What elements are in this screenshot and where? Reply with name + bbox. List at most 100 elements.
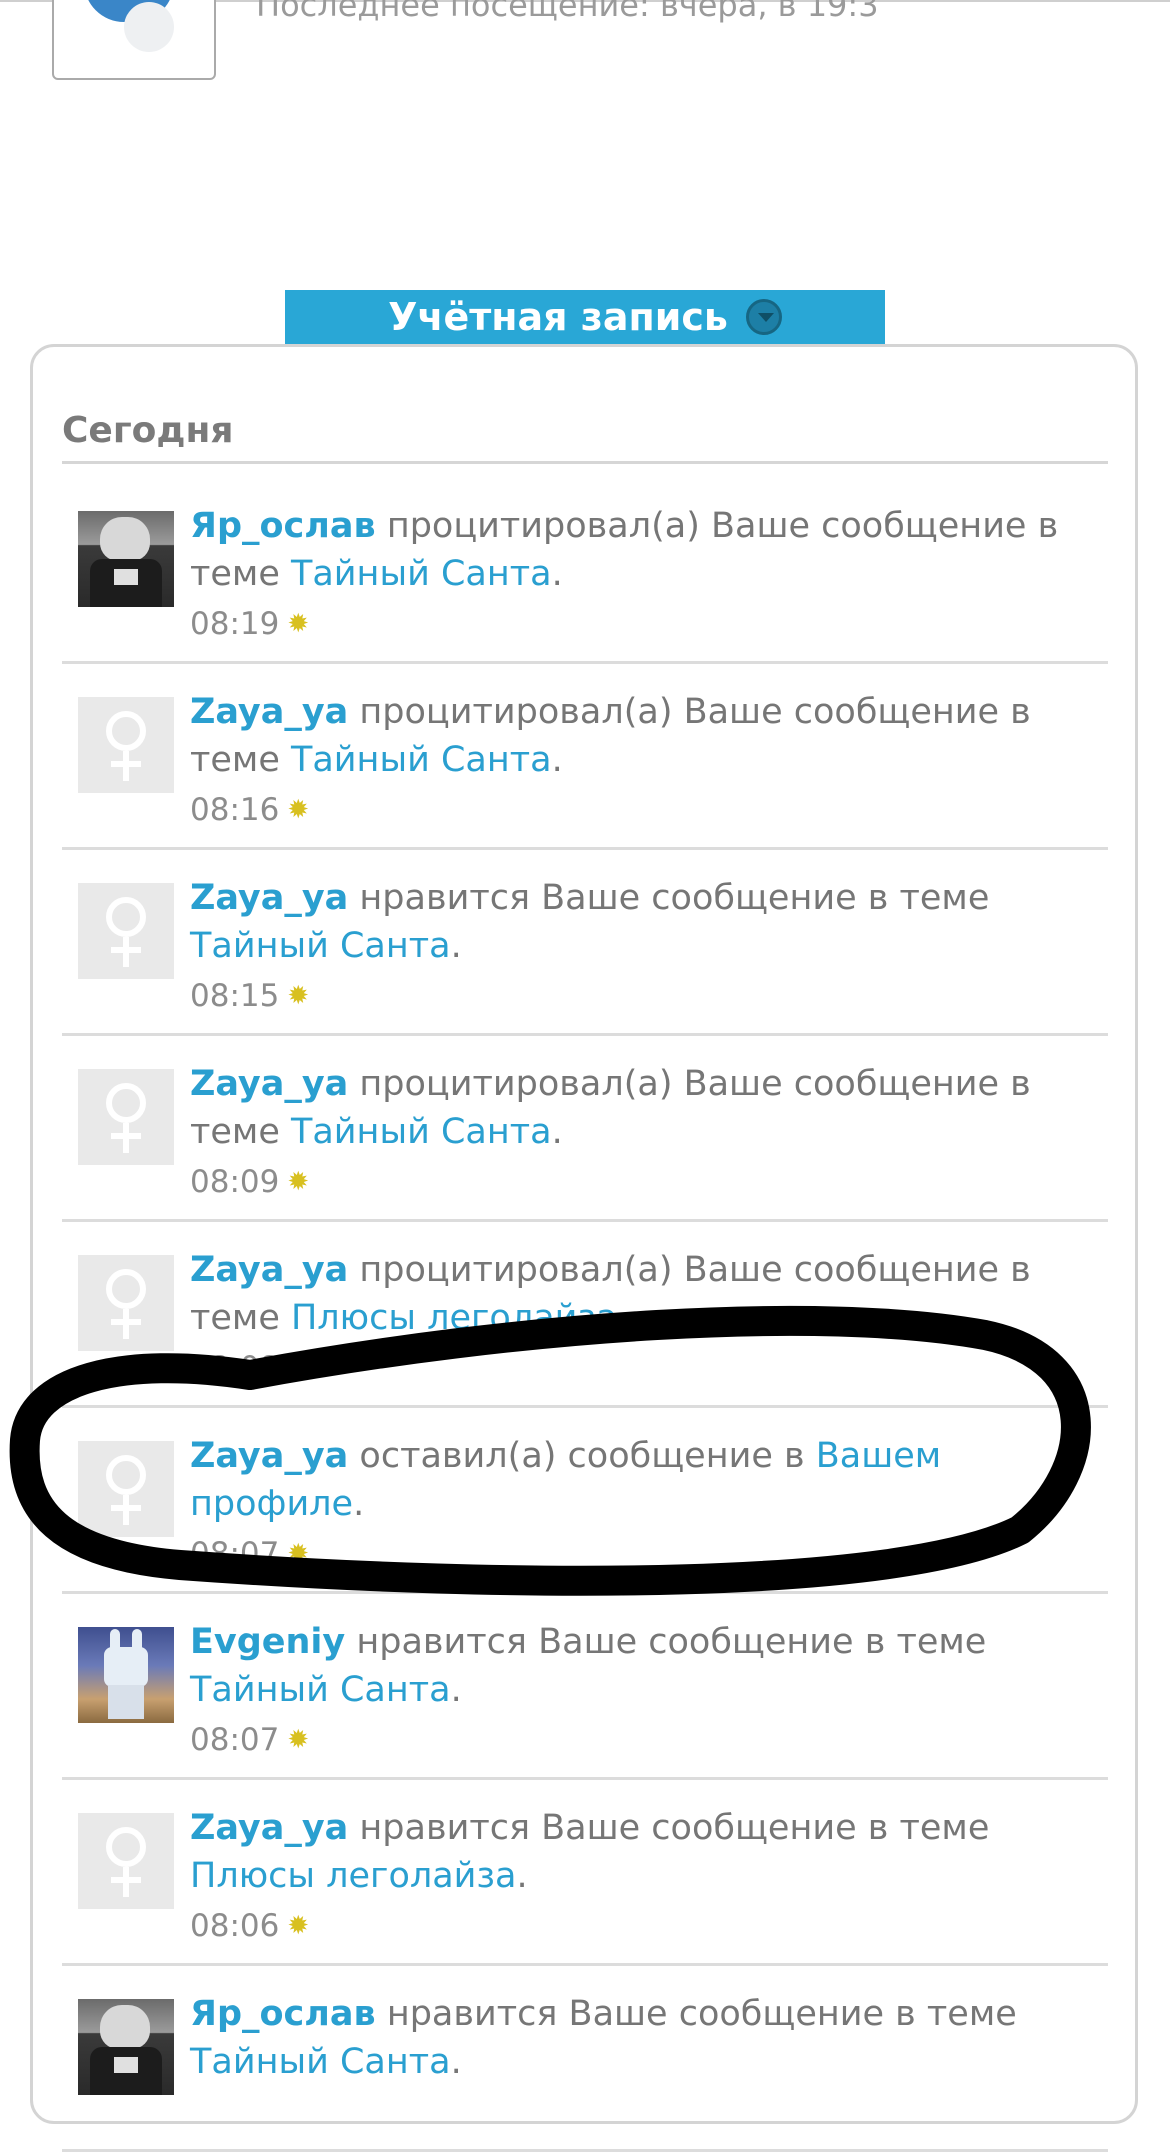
alert-text-tail: . xyxy=(516,1856,528,1896)
female-symbol-icon xyxy=(111,1505,141,1511)
alert-username-link[interactable]: Яр_ослав xyxy=(190,506,376,546)
alert-text-tail: . xyxy=(353,1484,365,1524)
new-alert-star-icon: ✹ xyxy=(287,609,310,639)
alert-timestamp: 08:07 ✹ xyxy=(190,1722,309,1758)
alert-timestamp: 08:09 ✹ xyxy=(190,1164,309,1200)
alert-item[interactable]: Яр_ослав процитировал(а) Ваше сообщение … xyxy=(62,478,1108,664)
alert-timestamp: 08:19 ✹ xyxy=(190,606,309,642)
alert-text: Zaya_ya процитировал(а) Ваше сообщение в… xyxy=(190,1246,1070,1342)
alert-time-text: 08:19 xyxy=(190,606,280,642)
alert-text-tail: . xyxy=(450,926,462,966)
alert-username-link[interactable]: Evgeniy xyxy=(190,1622,345,1662)
alert-username-link[interactable]: Zaya_ya xyxy=(190,1250,348,1290)
female-symbol-icon xyxy=(111,947,141,953)
user-avatar[interactable] xyxy=(78,1627,174,1723)
alert-username-link[interactable]: Zaya_ya xyxy=(190,1808,348,1848)
alert-username-link[interactable]: Яр_ослав xyxy=(190,1994,376,2034)
user-avatar[interactable] xyxy=(78,511,174,607)
user-avatar[interactable] xyxy=(78,1441,174,1537)
alert-item[interactable]: Zaya_ya процитировал(а) Ваше сообщение в… xyxy=(62,1036,1108,1222)
alert-item[interactable]: Zaya_ya оставил(а) сообщение в Вашем про… xyxy=(62,1408,1108,1594)
new-alert-star-icon: ✹ xyxy=(287,1539,310,1569)
alert-text: Яр_ослав нравится Ваше сообщение в теме … xyxy=(190,1990,1070,2086)
user-avatar[interactable] xyxy=(78,883,174,979)
user-avatar[interactable] xyxy=(78,1255,174,1351)
alert-username-link[interactable]: Zaya_ya xyxy=(190,692,348,732)
new-alert-star-icon: ✹ xyxy=(287,1725,310,1755)
alert-text: Zaya_ya нравится Ваше сообщение в теме Т… xyxy=(190,874,1070,970)
new-alert-star-icon: ✹ xyxy=(287,1911,310,1941)
alert-time-text: 08:07 xyxy=(190,1536,280,1572)
alert-text-tail: . xyxy=(551,740,563,780)
alert-thread-link[interactable]: Тайный Санта xyxy=(291,740,552,780)
alert-username-link[interactable]: Zaya_ya xyxy=(190,878,348,918)
new-alert-star-icon: ✹ xyxy=(287,795,310,825)
alert-text: Zaya_ya процитировал(а) Ваше сообщение в… xyxy=(190,1060,1070,1156)
avatar-image-part xyxy=(108,1685,144,1719)
alert-action-text: нравится Ваше сообщение в теме xyxy=(375,1994,1017,2034)
new-alert-star-icon: ✹ xyxy=(287,1353,310,1383)
alert-username-link[interactable]: Zaya_ya xyxy=(190,1436,348,1476)
female-symbol-icon xyxy=(111,1133,141,1139)
alert-thread-link[interactable]: Тайный Санта xyxy=(291,1112,552,1152)
alert-text-tail: . xyxy=(551,1112,563,1152)
alert-item[interactable]: Zaya_ya нравится Ваше сообщение в теме Т… xyxy=(62,850,1108,1036)
user-avatar[interactable] xyxy=(78,1999,174,2095)
alert-thread-link[interactable]: Тайный Санта xyxy=(190,926,451,966)
alert-item[interactable]: Zaya_ya процитировал(а) Ваше сообщение в… xyxy=(62,664,1108,850)
section-title: Сегодня xyxy=(62,410,234,451)
female-symbol-icon xyxy=(111,1319,141,1325)
alert-text-tail: . xyxy=(450,2042,462,2082)
alert-thread-link[interactable]: Тайный Санта xyxy=(190,2042,451,2082)
alert-action-text: нравится Ваше сообщение в теме xyxy=(348,1808,990,1848)
user-avatar[interactable] xyxy=(78,1069,174,1165)
alert-timestamp: 08:08 ✹ xyxy=(190,1350,309,1386)
alert-thread-link[interactable]: Тайный Санта xyxy=(190,1670,451,1710)
female-symbol-icon xyxy=(111,1877,141,1883)
alert-time-text: 08:08 xyxy=(190,1350,280,1386)
alert-timestamp: 08:06 ✹ xyxy=(190,1908,309,1944)
avatar-image-part xyxy=(100,517,150,561)
alert-text-tail: . xyxy=(551,554,563,594)
alert-time-text: 08:06 xyxy=(190,1908,280,1944)
alert-timestamp: 08:15 ✹ xyxy=(190,978,309,1014)
alert-text: Zaya_ya нравится Ваше сообщение в теме П… xyxy=(190,1804,1070,1900)
avatar-image-part xyxy=(104,1647,148,1687)
avatar-image-part xyxy=(100,2005,150,2049)
alert-timestamp: 08:16 ✹ xyxy=(190,792,309,828)
alert-time-text: 08:16 xyxy=(190,792,280,828)
alert-thread-link[interactable]: Тайный Санта xyxy=(291,554,552,594)
alert-text-tail: . xyxy=(450,1670,462,1710)
alert-action-text: оставил(а) сообщение в xyxy=(348,1436,816,1476)
chevron-down-icon xyxy=(745,299,782,335)
alert-item[interactable]: Яр_ослав нравится Ваше сообщение в теме … xyxy=(62,1966,1108,2152)
avatar-image-part xyxy=(114,569,138,585)
alert-action-text: нравится Ваше сообщение в теме xyxy=(348,878,990,918)
alert-item[interactable]: Zaya_ya процитировал(а) Ваше сообщение в… xyxy=(62,1222,1108,1408)
profile-avatar[interactable] xyxy=(52,0,216,80)
alert-username-link[interactable]: Zaya_ya xyxy=(190,1064,348,1104)
alert-text: Evgeniy нравится Ваше сообщение в теме Т… xyxy=(190,1618,1070,1714)
account-menu-tab[interactable]: Учётная запись xyxy=(285,290,885,344)
alert-item[interactable]: Zaya_ya нравится Ваше сообщение в теме П… xyxy=(62,1780,1108,1966)
avatar-image-part xyxy=(114,2057,138,2073)
user-avatar[interactable] xyxy=(78,1813,174,1909)
female-symbol-icon xyxy=(111,761,141,767)
account-menu-label: Учётная запись xyxy=(388,295,728,339)
alert-timestamp: 08:07 ✹ xyxy=(190,1536,309,1572)
last-visit-status: Последнее посещение: вчера, в 19:3 xyxy=(256,0,879,24)
new-alert-star-icon: ✹ xyxy=(287,1167,310,1197)
alert-text: Zaya_ya оставил(а) сообщение в Вашем про… xyxy=(190,1432,1070,1528)
alert-time-text: 08:07 xyxy=(190,1722,280,1758)
section-divider xyxy=(62,461,1108,464)
alert-time-text: 08:15 xyxy=(190,978,280,1014)
alert-thread-link[interactable]: Плюсы леголайза xyxy=(291,1298,617,1338)
alert-text: Zaya_ya процитировал(а) Ваше сообщение в… xyxy=(190,688,1070,784)
avatar-image-detail xyxy=(124,2,174,52)
alert-item[interactable]: Evgeniy нравится Ваше сообщение в теме Т… xyxy=(62,1594,1108,1780)
alert-thread-link[interactable]: Плюсы леголайза xyxy=(190,1856,516,1896)
alert-text: Яр_ослав процитировал(а) Ваше сообщение … xyxy=(190,502,1070,598)
alert-action-text: нравится Ваше сообщение в теме xyxy=(345,1622,987,1662)
new-alert-star-icon: ✹ xyxy=(287,981,310,1011)
user-avatar[interactable] xyxy=(78,697,174,793)
